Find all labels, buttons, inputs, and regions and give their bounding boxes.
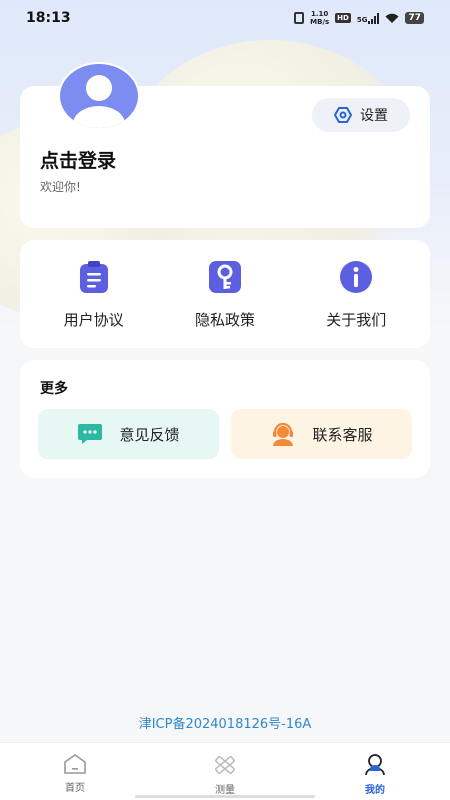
icp-license-link[interactable]: 津ICP备2024018126号-16A	[0, 713, 450, 732]
vibrate-icon	[294, 12, 305, 24]
tab-home[interactable]: 首页	[20, 743, 130, 794]
chat-bubble-icon	[78, 424, 103, 444]
menu-item-label: 隐私政策	[194, 310, 255, 329]
menu-item-about-us[interactable]: 关于我们	[296, 259, 416, 330]
tab-label: 我的	[365, 785, 385, 796]
home-indicator	[135, 795, 315, 798]
more-title: 更多	[40, 381, 68, 397]
welcome-text: 欢迎你!	[40, 180, 81, 194]
menu-card: 用户协议 隐私政策 关于我们	[20, 240, 430, 348]
profile-icon	[365, 754, 385, 776]
status-time: 18:13	[26, 10, 71, 26]
login-link[interactable]: 点击登录	[40, 146, 116, 173]
status-icons: 1.10 MB/s HD 5G 77	[294, 10, 424, 26]
tab-mine[interactable]: 我的	[320, 743, 430, 796]
headset-agent-icon	[273, 422, 294, 446]
battery-indicator: 77	[405, 12, 424, 24]
network-type-label: 5G	[356, 15, 368, 24]
settings-label: 设置	[360, 108, 388, 124]
customer-service-label: 联系客服	[312, 425, 373, 444]
settings-button[interactable]: 设置	[312, 98, 410, 132]
feedback-button[interactable]: 意见反馈	[38, 409, 219, 459]
menu-item-privacy-policy[interactable]: 隐私政策	[165, 259, 285, 330]
home-icon	[64, 754, 86, 774]
tab-label: 首页	[65, 783, 85, 794]
customer-service-button[interactable]: 联系客服	[231, 409, 412, 459]
avatar[interactable]	[58, 62, 140, 130]
info-icon	[340, 260, 373, 293]
document-icon	[79, 260, 108, 293]
menu-item-user-agreement[interactable]: 用户协议	[34, 259, 154, 330]
wifi-icon	[385, 13, 399, 23]
more-card: 更多 意见反馈 联系客服	[20, 360, 430, 478]
network-type: 5G	[356, 12, 380, 24]
feedback-label: 意见反馈	[119, 425, 180, 444]
signal-icon	[368, 12, 380, 24]
status-bar: 18:13 1.10 MB/s HD 5G 77	[0, 0, 450, 36]
tab-measure[interactable]: 测量	[170, 743, 280, 796]
ruler-icon	[215, 755, 235, 775]
hd-badge: HD	[335, 13, 351, 23]
avatar-person-icon	[60, 64, 138, 128]
menu-item-label: 用户协议	[63, 310, 124, 329]
profile-card: 点击登录 欢迎你! 设置	[20, 62, 430, 228]
bottom-tab-bar: 首页 测量 我的	[0, 742, 450, 800]
menu-item-label: 关于我们	[326, 310, 387, 329]
key-icon	[208, 260, 241, 293]
network-speed-unit: MB/s	[310, 18, 330, 26]
network-speed-value: 1.10	[311, 10, 329, 18]
tab-label: 测量	[215, 785, 235, 796]
settings-hexagon-icon	[334, 107, 352, 123]
network-speed: 1.10 MB/s	[310, 10, 329, 26]
